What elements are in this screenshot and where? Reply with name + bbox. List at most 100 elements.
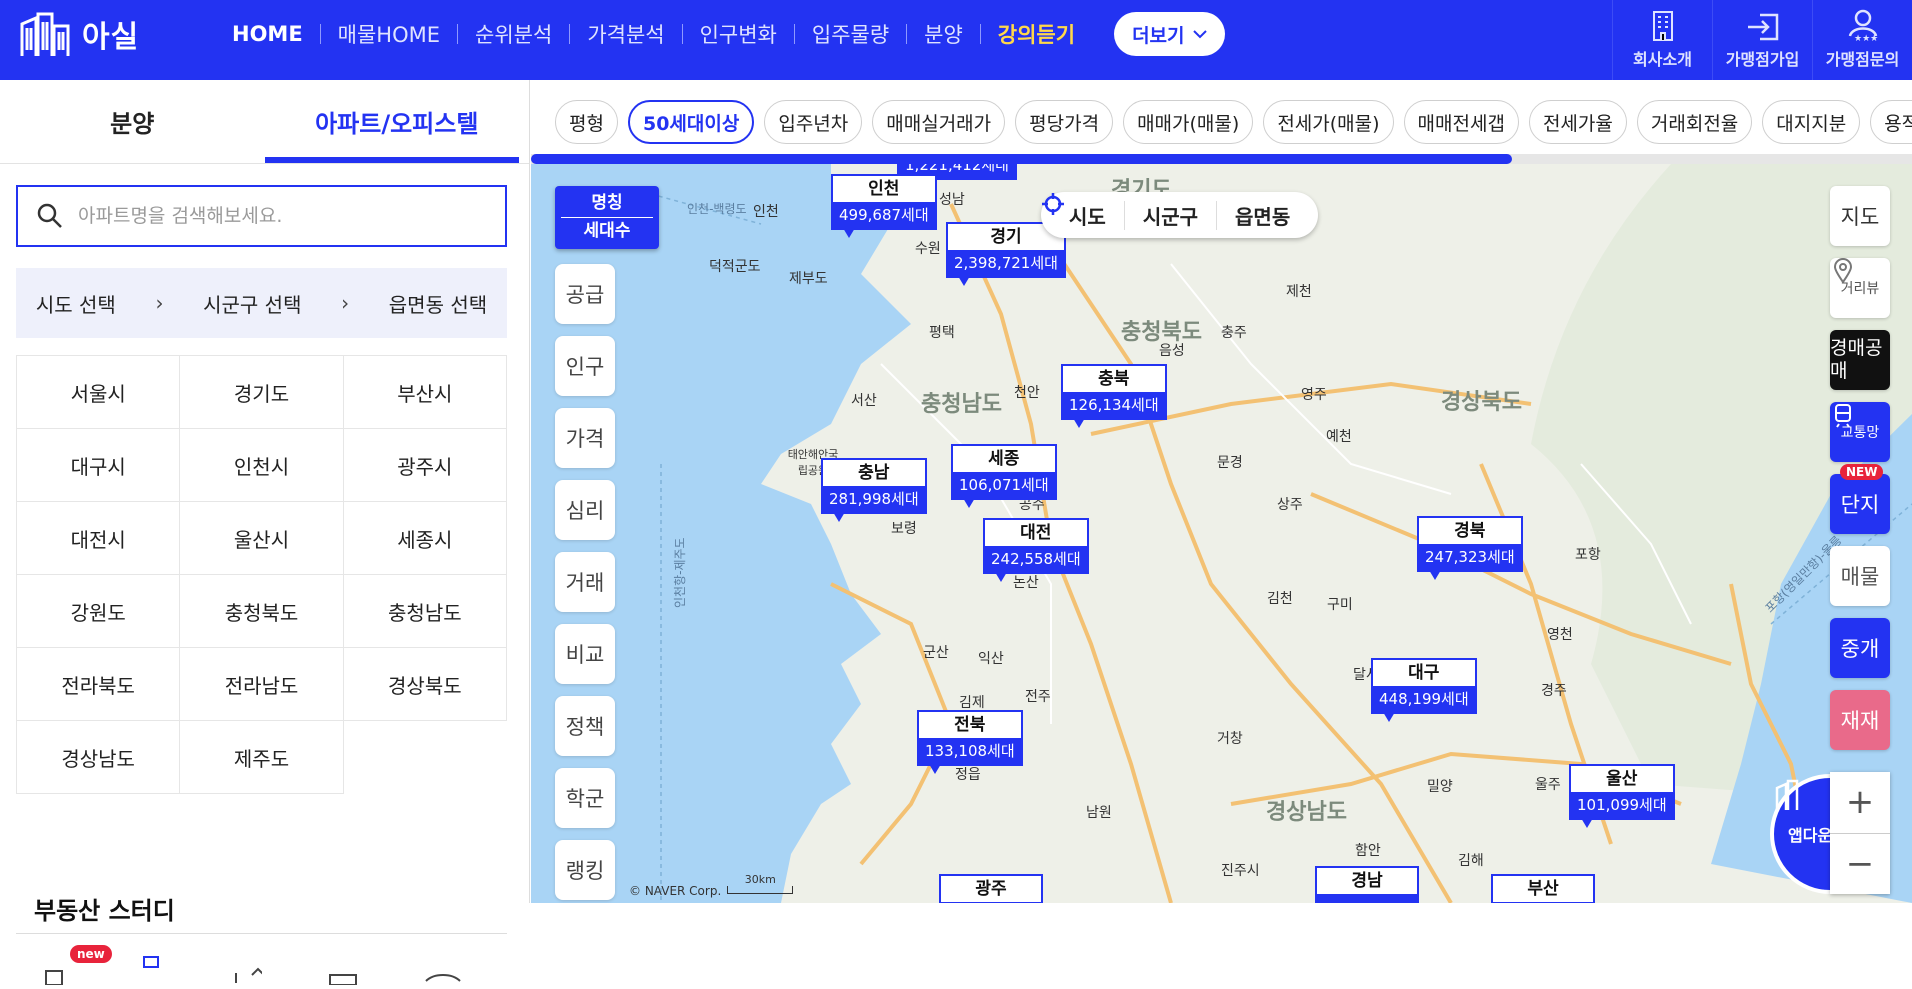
study-item-4[interactable] <box>328 955 366 986</box>
building-icon <box>1652 11 1673 41</box>
broker-button[interactable]: 중개 <box>1830 618 1890 678</box>
tool-compare[interactable]: 비교 <box>555 624 615 684</box>
tool-supply[interactable]: 공급 <box>555 264 615 324</box>
study-item-3[interactable] <box>232 955 270 985</box>
study-item-5[interactable] <box>424 955 462 985</box>
place-label: 함안 <box>1355 843 1381 859</box>
nav-price[interactable]: 가격분석 <box>570 19 681 49</box>
chip-land-share[interactable]: 대지지분 <box>1762 100 1861 144</box>
company-intro-button[interactable]: 회사소개 <box>1612 0 1712 80</box>
search-input[interactable] <box>78 205 478 227</box>
map-right-tools: 지도 거리뷰 경매공매 교통망 NEW 단지 매물 중개 재재 <box>1830 186 1890 750</box>
region-chungnam[interactable]: 충청남도 <box>343 575 507 648</box>
filter-scrollbar[interactable] <box>531 154 1912 164</box>
region-marker-chungbuk[interactable]: 충북 126,134세대 <box>1061 364 1167 428</box>
region-chungbuk[interactable]: 충청북도 <box>180 575 344 648</box>
label-legend[interactable]: 명칭 세대수 <box>555 186 659 249</box>
header-actions: 회사소개 가맹점가입 ★★★ 가맹점문의 <box>1612 0 1912 80</box>
region-gyeongbuk[interactable]: 경상북도 <box>343 648 507 721</box>
franchise-inquiry-button[interactable]: ★★★ 가맹점문의 <box>1812 0 1912 80</box>
place-label: 충주 <box>1221 325 1247 341</box>
region-ulsan[interactable]: 울산시 <box>180 502 344 575</box>
eupmyeondong-select[interactable]: 읍면동 선택 <box>389 289 487 318</box>
region-gyeongnam[interactable]: 경상남도 <box>17 721 181 794</box>
region-jeonnam[interactable]: 전라남도 <box>180 648 344 721</box>
tool-ranking[interactable]: 랭킹 <box>555 840 615 900</box>
nav-listing-home[interactable]: 매물HOME <box>321 19 457 49</box>
region-daejeon[interactable]: 대전시 <box>17 502 181 575</box>
map[interactable]: 충청남도 충청북도 경상북도 경상남도 경기도 인천 성남 수원 제부도 덕적군… <box>531 164 1912 903</box>
tool-transactions[interactable]: 거래 <box>555 552 615 612</box>
chip-move-in-years[interactable]: 입주년차 <box>764 100 863 144</box>
region-marker-gyeongnam[interactable]: 경남 <box>1315 866 1419 903</box>
tab-apartment-officetel[interactable]: 아파트/오피스텔 <box>264 80 530 163</box>
auction-button[interactable]: 경매공매 <box>1830 330 1890 390</box>
region-marker-ulsan[interactable]: 울산 101,099세대 <box>1569 764 1675 828</box>
region-marker-busan[interactable]: 부산 <box>1491 874 1595 903</box>
marker-count: 242,558세대 <box>985 546 1087 572</box>
study-item-2[interactable] <box>136 955 174 985</box>
chip-jeonse-ratio[interactable]: 전세가율 <box>1528 100 1627 144</box>
region-marker-daegu[interactable]: 대구 448,199세대 <box>1371 658 1477 722</box>
tool-population[interactable]: 인구 <box>555 336 615 396</box>
tool-price[interactable]: 가격 <box>555 408 615 468</box>
region-marker-daejeon[interactable]: 대전 242,558세대 <box>983 518 1089 582</box>
sido-select[interactable]: 시도 선택 <box>36 289 116 318</box>
listings-button[interactable]: 매물 <box>1830 546 1890 606</box>
nav-population[interactable]: 인구변화 <box>683 19 794 49</box>
region-sejong[interactable]: 세종시 <box>343 502 507 575</box>
zoom-out-button[interactable]: − <box>1830 834 1890 895</box>
tab-presale[interactable]: 분양 <box>0 80 265 163</box>
scrollbar-thumb[interactable] <box>531 154 1512 164</box>
nav-presale[interactable]: 분양 <box>907 19 980 49</box>
sigungu-select[interactable]: 시군구 선택 <box>203 289 301 318</box>
street-view-button[interactable]: 거리뷰 <box>1830 258 1890 318</box>
level-sido[interactable]: 시도 <box>1042 193 1125 230</box>
region-marker-chungnam[interactable]: 충남 281,998세대 <box>821 458 927 522</box>
logo[interactable]: 아실 <box>18 10 139 58</box>
complex-button[interactable]: NEW 단지 <box>1830 464 1890 534</box>
zoom-in-button[interactable]: + <box>1830 772 1890 834</box>
region-jeju[interactable]: 제주도 <box>180 721 344 794</box>
franchise-join-button[interactable]: 가맹점가입 <box>1712 0 1812 80</box>
region-daegu[interactable]: 대구시 <box>17 429 181 502</box>
chip-50-households[interactable]: 50세대이상 <box>627 100 755 144</box>
place-label: 김해 <box>1458 853 1484 869</box>
chip-actual-trade-price[interactable]: 매매실거래가 <box>872 100 1006 144</box>
nav-ranking[interactable]: 순위분석 <box>458 19 569 49</box>
region-incheon[interactable]: 인천시 <box>180 429 344 502</box>
nav-home[interactable]: HOME <box>232 22 320 46</box>
region-gyeonggi[interactable]: 경기도 <box>180 356 344 429</box>
more-button[interactable]: 더보기 <box>1114 12 1225 56</box>
region-marker-sejong[interactable]: 세종 106,071세대 <box>951 444 1057 508</box>
chip-turnover[interactable]: 거래회전율 <box>1636 100 1753 144</box>
map-type-button[interactable]: 지도 <box>1830 186 1890 246</box>
transit-button[interactable]: 교통망 <box>1830 402 1890 462</box>
tool-sentiment[interactable]: 심리 <box>555 480 615 540</box>
chip-sale-jeonse-gap[interactable]: 매매전세갭 <box>1403 100 1519 144</box>
nav-supply[interactable]: 입주물량 <box>795 19 906 49</box>
region-gangwon[interactable]: 강원도 <box>17 575 181 648</box>
chip-price-per-pyeong[interactable]: 평당가격 <box>1015 100 1114 144</box>
chip-floor-area-ratio[interactable]: 용적률 <box>1870 100 1912 144</box>
level-eupmyeondong[interactable]: 읍면동 <box>1217 201 1308 230</box>
region-seoul[interactable]: 서울시 <box>17 356 181 429</box>
marker-count: 247,323세대 <box>1419 544 1521 570</box>
tool-school[interactable]: 학군 <box>555 768 615 828</box>
region-marker-gyeongbuk[interactable]: 경북 247,323세대 <box>1417 516 1523 580</box>
region-marker-jeonbuk[interactable]: 전북 133,108세대 <box>917 710 1023 774</box>
nav-lectures[interactable]: 강의듣기 <box>981 19 1092 49</box>
region-gwangju[interactable]: 광주시 <box>343 429 507 502</box>
region-marker-incheon[interactable]: 인천 499,687세대 <box>831 174 937 238</box>
tool-policy[interactable]: 정책 <box>555 696 615 756</box>
region-marker-gwangju[interactable]: 광주 <box>939 874 1043 903</box>
region-busan[interactable]: 부산시 <box>343 356 507 429</box>
chip-jeonse-price[interactable]: 전세가(매물) <box>1263 100 1394 144</box>
chip-size[interactable]: 평형 <box>555 100 618 144</box>
region-jeonbuk[interactable]: 전라북도 <box>17 648 181 721</box>
search-icon[interactable] <box>36 202 64 230</box>
study-item-video[interactable]: new <box>40 945 112 986</box>
redevelopment-button[interactable]: 재재 <box>1830 690 1890 750</box>
chip-sale-price[interactable]: 매매가(매물) <box>1123 100 1254 144</box>
level-sigungu[interactable]: 시군구 <box>1125 200 1218 230</box>
